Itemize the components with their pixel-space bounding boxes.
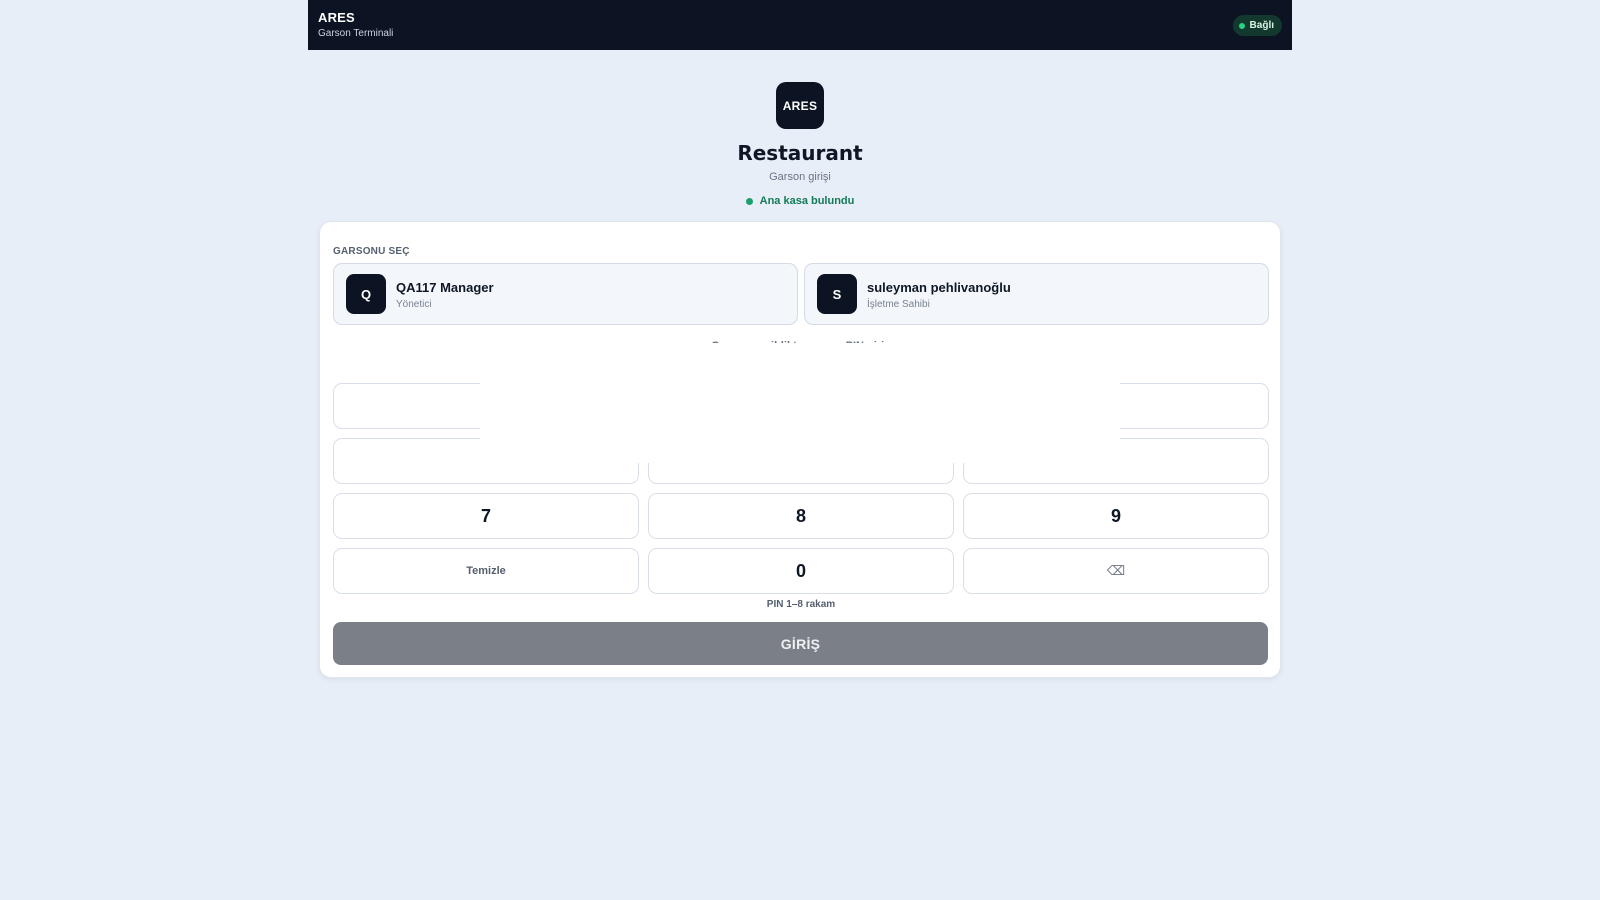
connection-badge: Bağlı (1232, 15, 1282, 36)
pin-length-hint: PIN 1–8 rakam (766, 599, 836, 610)
clear-button[interactable]: Temizle (333, 548, 639, 594)
waiter-option-suleyman[interactable]: S suleyman pehlivanoğlu İşletme Sahibi (804, 263, 1269, 325)
avatar: S (817, 274, 857, 314)
waiter-name: QA117 Manager (396, 280, 494, 295)
avatar: Q (346, 274, 386, 314)
pin-instruction-text: Garson seçildikten sonra PIN girin (320, 335, 1282, 343)
app-subtitle: Garson Terminali (318, 28, 394, 39)
waiter-role: İşletme Sahibi (867, 299, 930, 310)
cashier-status-text: Ana kasa bulundu (759, 195, 855, 207)
waiter-option-qa117[interactable]: Q QA117 Manager Yönetici (333, 263, 798, 325)
status-dot-icon (745, 197, 753, 205)
keypad-key-0[interactable]: 0 (648, 548, 954, 594)
restaurant-logo: ARES (776, 82, 824, 129)
backspace-icon: ⌫ (1106, 563, 1126, 578)
login-button[interactable]: GİRİŞ (333, 622, 1268, 665)
pin-instruction: Garson seçildikten sonra PIN girin (320, 335, 1282, 343)
keypad-key-8[interactable]: 8 (648, 493, 954, 539)
waiter-name: suleyman pehlivanoğlu (867, 280, 1011, 295)
page-title: Restaurant (737, 141, 863, 165)
login-card: GARSONU SEÇ Q QA117 Manager Yönetici S s… (319, 221, 1281, 678)
waiter-role: Yönetici (396, 299, 432, 310)
keypad-key-7[interactable]: 7 (333, 493, 639, 539)
top-bar: ARES Garson Terminali Bağlı (308, 0, 1292, 50)
connection-status: Bağlı (1249, 20, 1274, 31)
app-brand: ARES (318, 10, 355, 25)
section-label: GARSONU SEÇ (333, 246, 410, 257)
backspace-button[interactable]: ⌫ (963, 548, 1269, 594)
keypad-key-9[interactable]: 9 (963, 493, 1269, 539)
cashier-status: Ana kasa bulundu (0, 195, 1600, 207)
status-dot-icon (1238, 22, 1245, 29)
obscuring-overlay (480, 343, 1120, 463)
page-subtitle: Garson girişi (769, 171, 831, 183)
